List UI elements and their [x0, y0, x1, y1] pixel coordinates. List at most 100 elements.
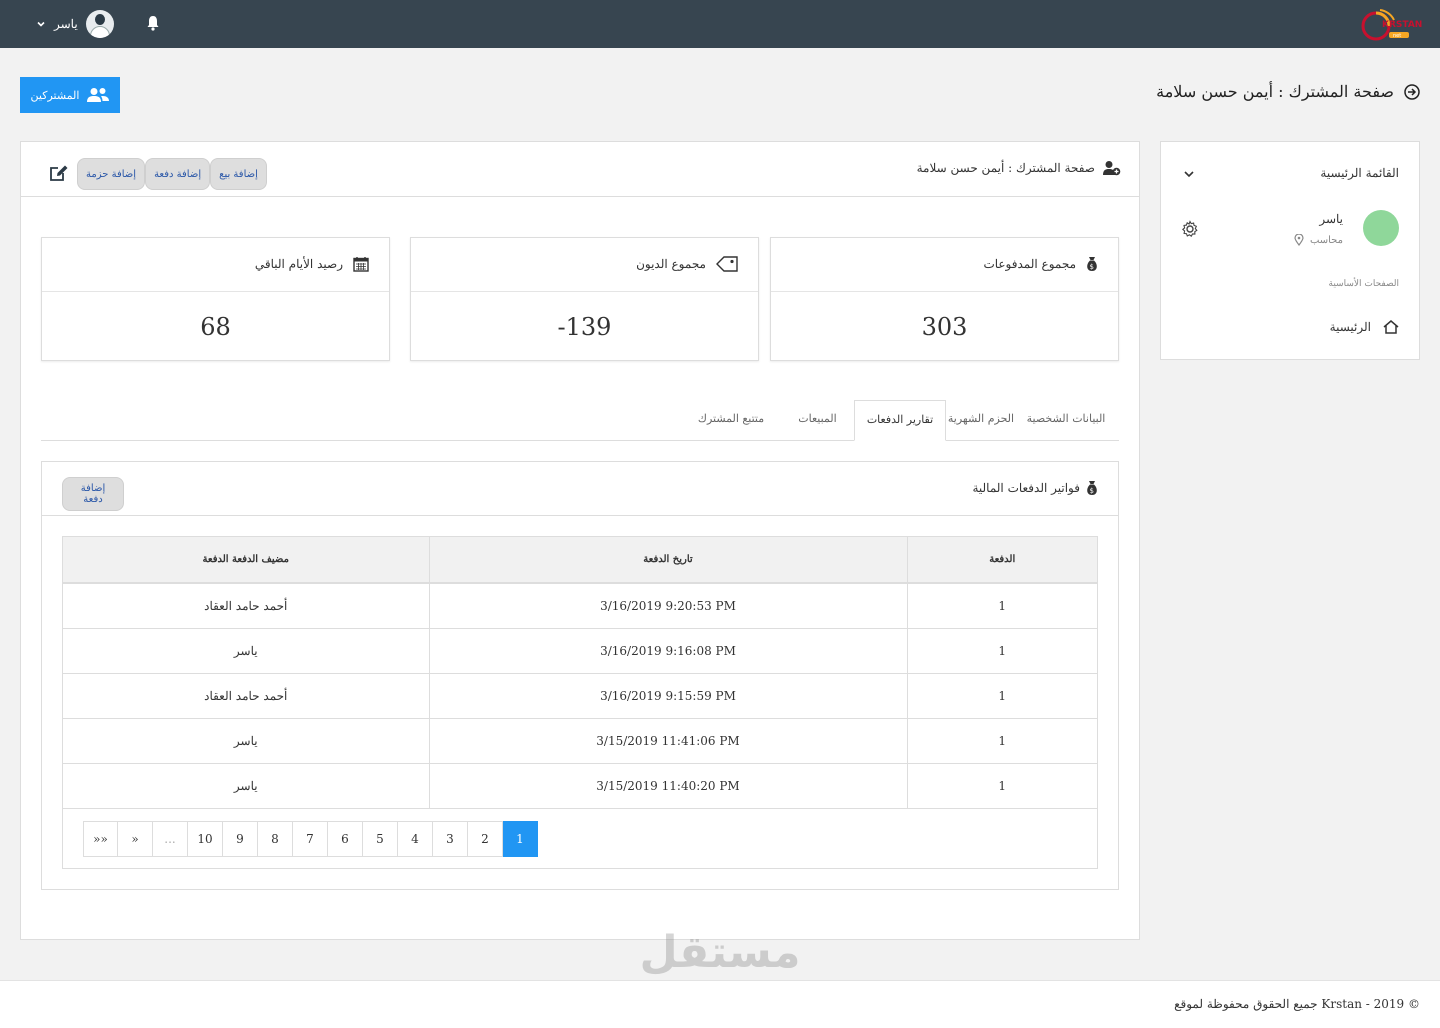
- add-payment-button[interactable]: إضافة دفعة: [145, 158, 211, 190]
- cell-date: 3/16/2019 9:20:53 PM: [428, 583, 907, 629]
- main-panel-title: صفحة المشترك : أيمن حسن سلامة: [917, 160, 1121, 176]
- table-header-row: الدفعة تاريخ الدفعة مضيف الدفعة الدفعة: [63, 537, 1097, 584]
- remaining-days-value: 68: [200, 313, 231, 341]
- page-button-10[interactable]: 10: [188, 821, 223, 857]
- page-title-text: صفحة المشترك : أيمن حسن سلامة: [1156, 82, 1394, 101]
- page-button-2[interactable]: 2: [468, 821, 503, 857]
- cell-date: 3/16/2019 9:15:59 PM: [428, 673, 907, 719]
- tab-payment-reports[interactable]: تقارير الدفعات: [854, 400, 946, 441]
- sidebar-item-home[interactable]: الرئيسية: [1330, 320, 1399, 334]
- subscriber-tabs: البيانات الشخصية الحزم الشهرية تقارير ال…: [41, 400, 1119, 441]
- main-panel-title-text: صفحة المشترك : أيمن حسن سلامة: [916, 161, 1095, 175]
- sidebar-user-role: محاسب: [1294, 234, 1343, 246]
- column-header-date[interactable]: تاريخ الدفعة: [428, 537, 907, 584]
- action-buttons: إضافة حزمة إضافة دفعة إضافة بيع: [77, 158, 267, 190]
- svg-text:$: $: [1090, 263, 1094, 271]
- cell-payment: 1: [906, 718, 1097, 764]
- add-sale-button[interactable]: إضافة بيع: [210, 158, 267, 190]
- tab-personal-data[interactable]: البيانات الشخصية: [1016, 400, 1116, 441]
- table-row: 1 3/16/2019 9:16:08 PM ياسر: [63, 628, 1097, 674]
- money-bag-icon: $: [1087, 257, 1097, 271]
- cell-added-by: أحمد حامد العقاد: [63, 583, 429, 629]
- svg-text:$: $: [1090, 487, 1094, 495]
- remaining-days-card: رصيد الأيام الباقي 68: [41, 237, 390, 361]
- arrow-circle-right-icon[interactable]: [1404, 83, 1420, 100]
- panel-add-payment-button[interactable]: إضافة دفعة: [62, 477, 124, 511]
- bell-icon[interactable]: [146, 15, 160, 31]
- footer: جميع الحقوق محفوظة لموقع Krstan - 2019 ©: [0, 980, 1440, 1028]
- main-panel: صفحة المشترك : أيمن حسن سلامة إضافة حزمة…: [20, 141, 1140, 940]
- page-button-4[interactable]: 4: [398, 821, 433, 857]
- sidebar-title: القائمة الرئيسية: [1320, 166, 1399, 180]
- cell-payment: 1: [906, 673, 1097, 719]
- page-button-6[interactable]: 6: [328, 821, 363, 857]
- cell-date: 3/15/2019 11:40:20 PM: [428, 763, 907, 809]
- sidebar-user-avatar: [1363, 210, 1399, 246]
- cell-payment: 1: [906, 628, 1097, 674]
- cell-added-by: أحمد حامد العقاد: [63, 673, 429, 719]
- column-header-payment[interactable]: الدفعة: [906, 537, 1097, 584]
- tab-monthly-packages[interactable]: الحزم الشهرية: [946, 400, 1016, 441]
- remaining-days-label-text: رصيد الأيام الباقي: [254, 257, 343, 271]
- remaining-days-label: رصيد الأيام الباقي: [255, 256, 369, 272]
- add-package-button[interactable]: إضافة حزمة: [77, 158, 146, 190]
- tab-subscriber-tracker[interactable]: متتبع المشترك: [681, 400, 781, 441]
- home-icon: [1383, 320, 1399, 334]
- total-debts-card: مجموع الديون -139: [410, 237, 759, 361]
- page-title: صفحة المشترك : أيمن حسن سلامة: [1156, 82, 1420, 101]
- payments-table: الدفعة تاريخ الدفعة مضيف الدفعة الدفعة 1…: [62, 536, 1098, 869]
- total-payments-card: مجموع المدفوعات $ 303: [770, 237, 1119, 361]
- cell-payment: 1: [906, 763, 1097, 809]
- page-button-3[interactable]: 3: [433, 821, 468, 857]
- krstan-logo[interactable]: KRSTAN net: [1360, 6, 1422, 42]
- table-row: 1 3/15/2019 11:41:06 PM ياسر: [63, 718, 1097, 764]
- page-ellipsis[interactable]: ...: [153, 821, 188, 857]
- table-row: 1 3/16/2019 9:15:59 PM أحمد حامد العقاد: [63, 673, 1097, 719]
- gear-icon[interactable]: [1181, 220, 1199, 238]
- total-debts-label-text: مجموع الديون: [636, 257, 706, 271]
- total-payments-label: مجموع المدفوعات $: [983, 256, 1098, 272]
- cell-date: 3/15/2019 11:41:06 PM: [428, 718, 907, 764]
- page-button-9[interactable]: 9: [223, 821, 258, 857]
- user-avatar: [85, 10, 114, 38]
- page-button-7[interactable]: 7: [293, 821, 328, 857]
- cell-added-by: ياسر: [63, 628, 429, 674]
- page-button-8[interactable]: 8: [258, 821, 293, 857]
- footer-copyright: جميع الحقوق محفوظة لموقع Krstan - 2019 ©: [1174, 997, 1420, 1011]
- subscribers-button[interactable]: المشتركين: [20, 77, 120, 113]
- total-debts-value: -139: [557, 313, 612, 341]
- tab-sales[interactable]: المبيعات: [781, 400, 854, 441]
- chevron-down-icon[interactable]: [1183, 168, 1195, 180]
- cell-date: 3/16/2019 9:16:08 PM: [428, 628, 907, 674]
- column-header-added-by[interactable]: مضيف الدفعة الدفعة: [63, 537, 429, 584]
- total-payments-label-text: مجموع المدفوعات: [983, 257, 1076, 271]
- pagination: »» » ... 10 9 8 7 6 5 4 3 2 1: [83, 821, 538, 857]
- tag-icon: [716, 256, 738, 272]
- table-row: 1 3/15/2019 11:40:20 PM ياسر: [63, 763, 1097, 809]
- page-button-5[interactable]: 5: [363, 821, 398, 857]
- payment-invoices-panel: فواتير الدفعات المالية $ إضافة دفعة الدف…: [41, 461, 1119, 890]
- page-next-button[interactable]: »: [118, 821, 153, 857]
- sidebar-item-home-label: الرئيسية: [1329, 320, 1371, 334]
- subscribers-button-label: المشتركين: [30, 88, 80, 102]
- sidebar-user-role-text: محاسب: [1309, 234, 1343, 246]
- users-icon: [87, 88, 110, 102]
- sidebar: القائمة الرئيسية ياسر محاسب الصفحات الأس…: [1160, 141, 1420, 360]
- money-bag-icon: $: [1087, 481, 1097, 495]
- sidebar-section-label: الصفحات الأساسية: [1328, 279, 1399, 289]
- page-button-1[interactable]: 1: [503, 821, 538, 857]
- payment-invoices-title: فواتير الدفعات المالية $: [972, 480, 1098, 496]
- user-name: ياسر: [54, 17, 78, 31]
- payment-invoices-title-text: فواتير الدفعات المالية: [972, 481, 1080, 495]
- sidebar-user-name: ياسر: [1319, 212, 1343, 226]
- page-last-button[interactable]: »»: [83, 821, 118, 857]
- user-menu[interactable]: ياسر: [36, 10, 114, 38]
- cell-added-by: ياسر: [63, 763, 429, 809]
- map-pin-icon: [1294, 234, 1304, 246]
- total-payments-value: 303: [921, 313, 968, 341]
- cell-payment: 1: [906, 583, 1097, 629]
- logo-sub: net: [1393, 33, 1401, 39]
- edit-icon[interactable]: [49, 164, 69, 182]
- chevron-down-icon: [37, 21, 45, 27]
- user-plus-icon: [1103, 161, 1121, 176]
